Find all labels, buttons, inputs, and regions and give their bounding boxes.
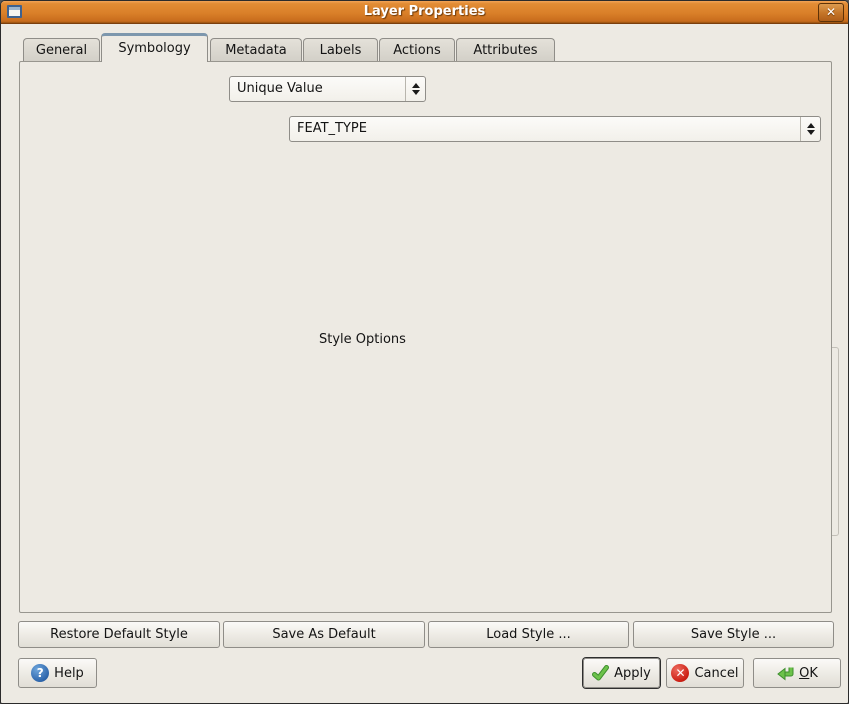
- save-style-button[interactable]: Save Style ...: [633, 621, 834, 648]
- return-arrow-icon: [776, 665, 794, 682]
- load-style-button[interactable]: Load Style ...: [428, 621, 629, 648]
- window-title: Layer Properties: [1, 4, 848, 19]
- tab-attributes[interactable]: Attributes: [456, 38, 555, 62]
- legend-type-value: Unique Value: [237, 81, 323, 96]
- close-button[interactable]: ✕: [818, 3, 844, 22]
- checkmark-icon: [592, 665, 609, 681]
- cancel-button[interactable]: ✕ Cancel: [666, 658, 744, 688]
- tab-labels[interactable]: Labels: [303, 38, 378, 62]
- legend-type-combobox[interactable]: Unique Value: [229, 76, 426, 102]
- chevron-updown-icon[interactable]: [800, 117, 820, 141]
- help-button[interactable]: ? Help: [18, 658, 97, 688]
- restore-default-style-button[interactable]: Restore Default Style: [18, 621, 220, 648]
- classification-field-value: FEAT_TYPE: [297, 121, 367, 136]
- ok-button[interactable]: OK: [753, 658, 841, 688]
- apply-button[interactable]: Apply: [583, 658, 660, 688]
- tab-actions[interactable]: Actions: [379, 38, 455, 62]
- style-options-title: Style Options: [314, 332, 411, 347]
- classification-field-combobox[interactable]: FEAT_TYPE: [289, 116, 821, 142]
- symbology-panel: [19, 61, 832, 613]
- cancel-x-icon: ✕: [671, 664, 689, 682]
- save-as-default-button[interactable]: Save As Default: [223, 621, 425, 648]
- layer-properties-dialog: Layer Properties ✕ General Symbology Met…: [0, 0, 849, 704]
- tab-general[interactable]: General: [23, 38, 100, 62]
- titlebar[interactable]: Layer Properties ✕: [1, 1, 848, 24]
- tab-metadata[interactable]: Metadata: [210, 38, 302, 62]
- help-icon: ?: [31, 664, 49, 682]
- tab-symbology[interactable]: Symbology: [101, 33, 208, 62]
- chevron-updown-icon[interactable]: [405, 77, 425, 101]
